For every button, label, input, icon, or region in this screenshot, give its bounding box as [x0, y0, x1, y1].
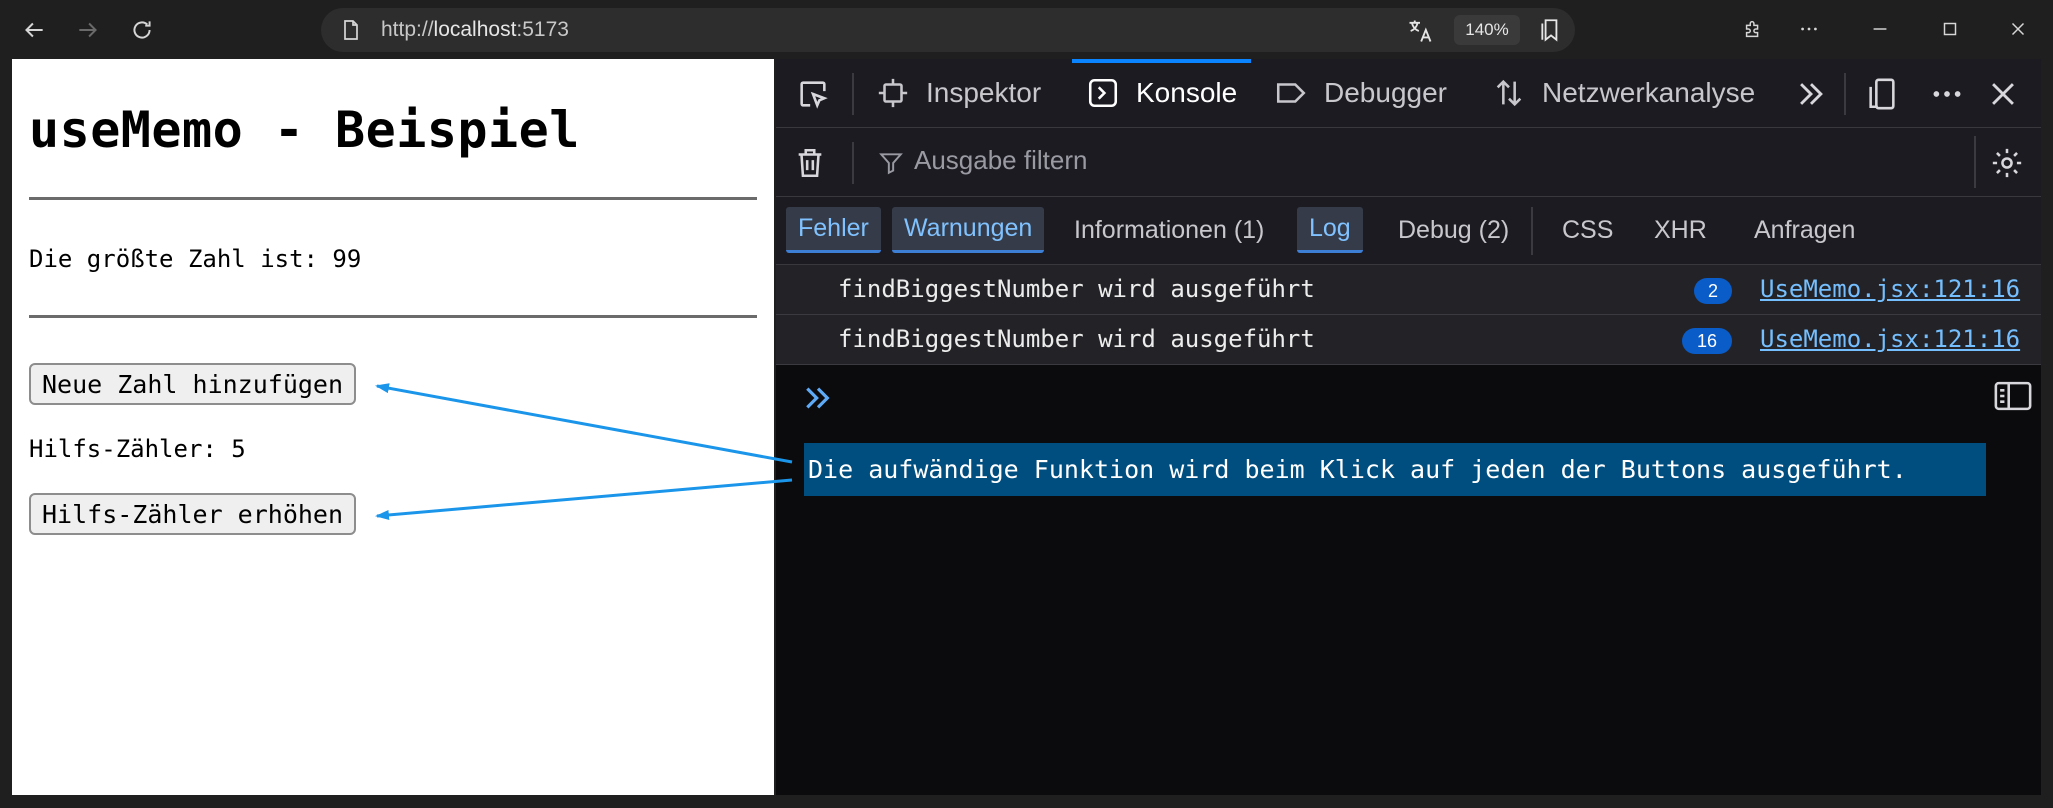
url-host: localhost	[433, 18, 517, 41]
tab-debugger-label: Debugger	[1324, 77, 1447, 108]
tab-inspector[interactable]: Inspektor	[876, 59, 1041, 127]
more-menu-button[interactable]	[1794, 14, 1824, 44]
responsive-icon	[1869, 78, 1895, 110]
tab-separator	[852, 73, 854, 115]
console-filter-bar: Ausgabe filtern	[776, 128, 2041, 197]
message-text: findBiggestNumber wird ausgeführt	[838, 325, 1315, 353]
more-tabs-button[interactable]	[1792, 75, 1830, 113]
devtools-tabbar: Inspektor Konsole Debugger Netzwerkanaly…	[776, 59, 2041, 128]
tab-console-label: Konsole	[1136, 77, 1238, 108]
puzzle-icon	[1745, 20, 1759, 38]
debugger-icon	[1276, 83, 1306, 103]
biggest-number-text: Die größte Zahl ist: 99	[29, 245, 362, 273]
filter-errors[interactable]: Fehler	[786, 207, 881, 253]
trash-icon	[798, 148, 822, 178]
console-icon	[1088, 78, 1118, 108]
address-bar[interactable]: http://localhost:5173 140%	[321, 8, 1575, 52]
element-picker-button[interactable]	[794, 75, 832, 113]
tab-network-label: Netzwerkanalyse	[1542, 77, 1756, 108]
pick-element-icon	[800, 81, 828, 109]
message-source-link[interactable]: UseMemo.jsx:121:16	[1760, 325, 2020, 353]
minimize-icon	[1873, 28, 1887, 30]
maximize-icon	[1943, 22, 1957, 36]
extensions-button[interactable]	[1738, 14, 1768, 44]
tab-network[interactable]: Netzwerkanalyse	[1492, 59, 1755, 127]
filter-icon	[879, 153, 903, 175]
web-page: useMemo - Beispiel Die größte Zahl ist: …	[12, 59, 774, 795]
divider-top	[29, 197, 757, 200]
console-message[interactable]: findBiggestNumber wird ausgeführt 16 Use…	[776, 315, 2041, 365]
responsive-design-button[interactable]	[1863, 75, 1901, 113]
clear-console-button[interactable]	[791, 144, 829, 182]
message-text: findBiggestNumber wird ausgeführt	[838, 275, 1315, 303]
forward-button[interactable]	[70, 12, 106, 48]
console-filter-input[interactable]: Ausgabe filtern	[914, 145, 1087, 176]
close-window-button[interactable]	[2003, 14, 2033, 44]
favorites-icon[interactable]	[1538, 17, 1564, 43]
message-source-link[interactable]: UseMemo.jsx:121:16	[1760, 275, 2020, 303]
annotation-callout: Die aufwändige Funktion wird beim Klick …	[804, 443, 1986, 496]
translate-icon[interactable]	[1406, 17, 1434, 45]
filter-warnings[interactable]: Warnungen	[892, 207, 1045, 253]
repeat-count-badge: 2	[1694, 278, 1732, 304]
inspector-icon	[878, 78, 908, 108]
url-scheme: http://	[381, 18, 434, 41]
repeat-count-badge: 16	[1682, 328, 1732, 354]
back-button[interactable]	[16, 12, 52, 48]
tab-separator	[1844, 73, 1846, 115]
divider-bottom	[29, 315, 757, 318]
close-devtools-button[interactable]	[1984, 75, 2022, 113]
tab-console[interactable]: Konsole	[1071, 59, 1252, 127]
browser-toolbar: http://localhost:5173 140%	[0, 0, 2053, 59]
filter-separator	[1974, 136, 1976, 188]
level-separator	[1531, 207, 1533, 255]
filter-requests[interactable]: Anfragen	[1742, 207, 1867, 253]
close-icon	[2011, 22, 2025, 36]
maximize-button[interactable]	[1935, 14, 1965, 44]
ellipsis-icon	[1801, 27, 1817, 31]
arrow-right-icon	[79, 22, 97, 38]
filter-separator	[852, 142, 854, 184]
zoom-level[interactable]: 140%	[1454, 15, 1520, 45]
reload-icon	[133, 21, 151, 39]
page-title: useMemo - Beispiel	[29, 101, 580, 159]
filter-log[interactable]: Log	[1297, 207, 1363, 253]
log-level-filters: Fehler Warnungen Informationen (1) Log D…	[776, 197, 2041, 265]
console-settings-button[interactable]	[1988, 144, 2026, 182]
console-message[interactable]: findBiggestNumber wird ausgeführt 2 UseM…	[776, 265, 2041, 315]
filter-css[interactable]: CSS	[1550, 207, 1625, 253]
filter-info[interactable]: Informationen (1)	[1062, 207, 1276, 253]
minimize-button[interactable]	[1865, 14, 1895, 44]
devtools-menu-button[interactable]	[1928, 75, 1966, 113]
url-text: http://localhost:5173	[381, 18, 569, 42]
filter-xhr[interactable]: XHR	[1642, 207, 1719, 253]
chevrons-right-icon	[1800, 83, 1823, 105]
add-number-button[interactable]: Neue Zahl hinzufügen	[29, 363, 357, 405]
arrow-left-icon	[25, 22, 43, 38]
tab-inspector-label: Inspektor	[926, 77, 1042, 108]
page-icon	[344, 20, 358, 40]
url-port: :5173	[516, 18, 569, 41]
helper-counter-text: Hilfs-Zähler: 5	[29, 435, 246, 463]
increment-counter-button[interactable]: Hilfs-Zähler erhöhen	[29, 493, 357, 535]
devtools-panel: Inspektor Konsole Debugger Netzwerkanaly…	[776, 59, 2041, 795]
tab-debugger[interactable]: Debugger	[1274, 59, 1447, 127]
network-arrows-icon	[1496, 79, 1522, 107]
close-icon	[1992, 83, 2014, 105]
filter-debug[interactable]: Debug (2)	[1386, 207, 1521, 253]
editor-mode-icon[interactable]	[1993, 378, 2033, 414]
reload-button[interactable]	[124, 12, 160, 48]
gear-icon	[1992, 148, 2022, 178]
ellipsis-icon	[1933, 91, 1961, 97]
console-prompt-icon[interactable]	[802, 382, 834, 414]
